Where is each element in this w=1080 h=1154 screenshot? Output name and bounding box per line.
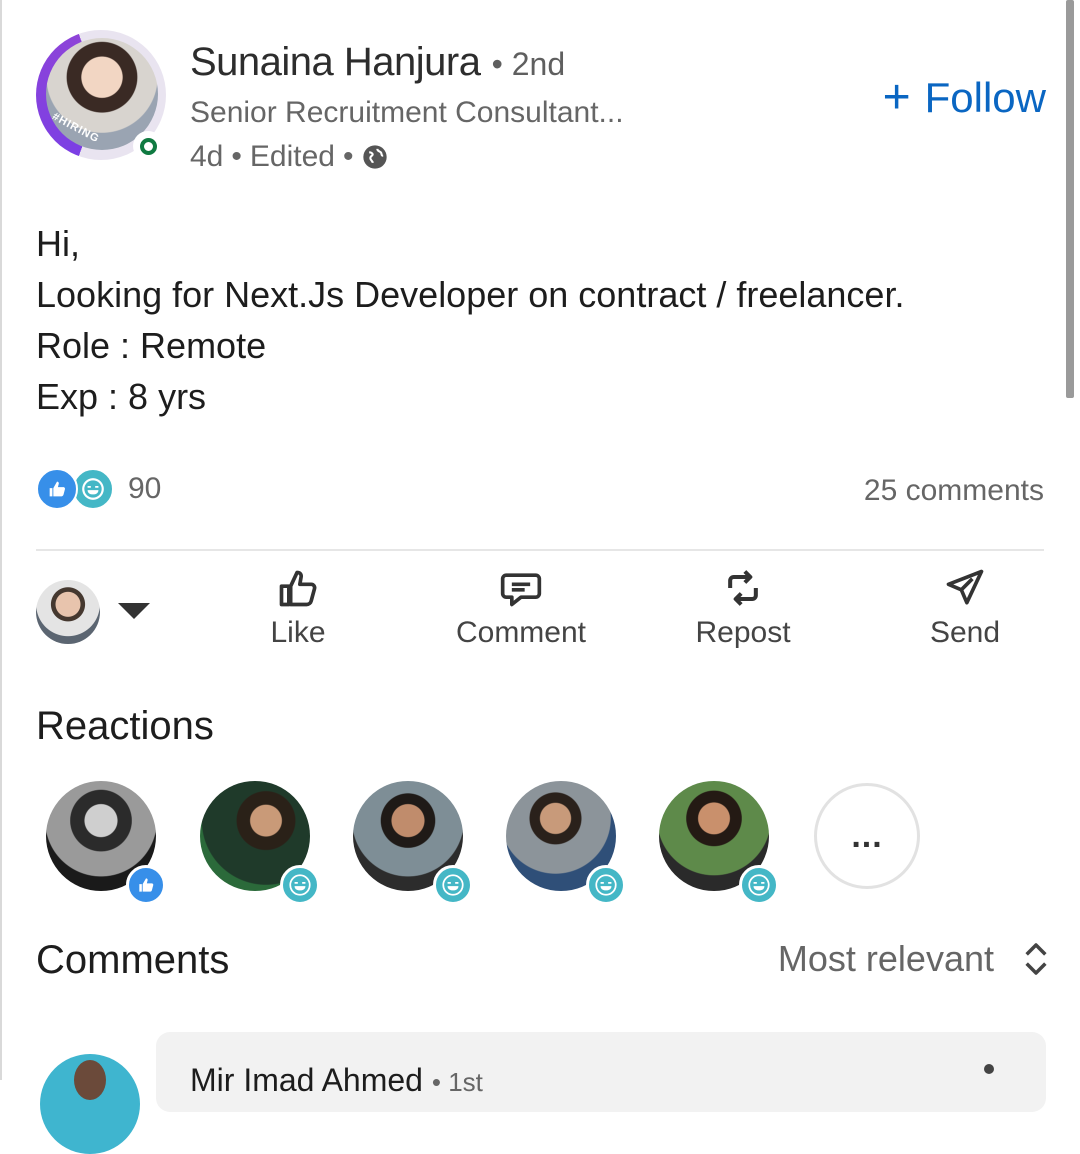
post-line: Exp : 8 yrs — [36, 376, 207, 417]
reactor-avatar[interactable] — [46, 781, 166, 905]
comments-count-link[interactable]: 25 comments — [864, 474, 1044, 508]
plus-icon: + — [882, 71, 911, 124]
reactor-avatar[interactable] — [506, 781, 626, 905]
like-button[interactable]: Like — [208, 566, 388, 650]
like-icon — [126, 865, 166, 905]
repost-icon — [728, 570, 758, 606]
post-line: Role : Remote — [36, 325, 267, 366]
caret-down-icon[interactable] — [118, 603, 150, 619]
reactor-avatar[interactable] — [353, 781, 473, 905]
funny-icon — [280, 865, 320, 905]
like-label: Like — [270, 616, 326, 649]
reactor-avatar[interactable] — [659, 781, 779, 905]
post-age: 4d — [190, 140, 224, 173]
funny-reaction-icon — [72, 468, 114, 510]
sort-dropdown[interactable]: Most relevant — [778, 938, 1050, 980]
scrollbar[interactable] — [1066, 0, 1074, 398]
post-line: Looking for Next.Js Developer on contrac… — [36, 274, 905, 315]
like-reaction-icon — [36, 468, 78, 510]
more-reactions-button[interactable]: ... — [814, 783, 920, 889]
author-name[interactable]: Sunaina Hanjura — [190, 40, 481, 84]
edited-label: Edited — [249, 140, 335, 173]
funny-icon — [739, 865, 779, 905]
follow-label: Follow — [924, 74, 1046, 121]
post-body: Hi, Looking for Next.Js Developer on con… — [36, 218, 904, 422]
post-line: Hi, — [36, 223, 80, 264]
funny-icon — [433, 865, 473, 905]
current-user-avatar[interactable] — [36, 580, 100, 644]
author-name-line[interactable]: Sunaina Hanjura • 2nd — [190, 40, 565, 85]
commenter-name-line[interactable]: Mir Imad Ahmed • 1st — [190, 1062, 483, 1099]
online-status-icon — [133, 131, 163, 161]
divider — [36, 549, 1044, 551]
author-headline: Senior Recruitment Consultant... — [190, 96, 624, 129]
sort-chevrons-icon — [1025, 943, 1047, 975]
send-label: Send — [929, 616, 1001, 649]
reactions-heading: Reactions — [36, 704, 214, 748]
commenter-name[interactable]: Mir Imad Ahmed — [190, 1062, 423, 1098]
connection-degree: • 2nd — [491, 46, 566, 82]
reaction-count: 90 — [128, 472, 162, 505]
commenter-avatar[interactable] — [40, 1054, 140, 1154]
comment-label: Comment — [455, 616, 587, 649]
speech-bubble-icon — [500, 573, 542, 607]
thumbs-up-icon — [279, 570, 317, 607]
funny-icon — [586, 865, 626, 905]
repost-label: Repost — [695, 616, 791, 649]
send-button[interactable]: Send — [875, 566, 1055, 650]
window-edge — [0, 0, 2, 1080]
paper-plane-icon — [946, 569, 984, 605]
reactor-avatar-opentowork[interactable] — [200, 781, 320, 905]
reaction-summary[interactable]: 90 — [36, 468, 161, 510]
comment-options-icon[interactable] — [984, 1064, 994, 1074]
follow-button[interactable]: + Follow — [883, 74, 1046, 122]
comments-heading: Comments — [36, 938, 230, 982]
sort-label: Most relevant — [777, 938, 994, 979]
post-meta: 4d • Edited • — [190, 140, 389, 174]
repost-button[interactable]: Repost — [653, 566, 833, 650]
comment-button[interactable]: Comment — [431, 566, 611, 650]
globe-icon — [363, 145, 388, 169]
